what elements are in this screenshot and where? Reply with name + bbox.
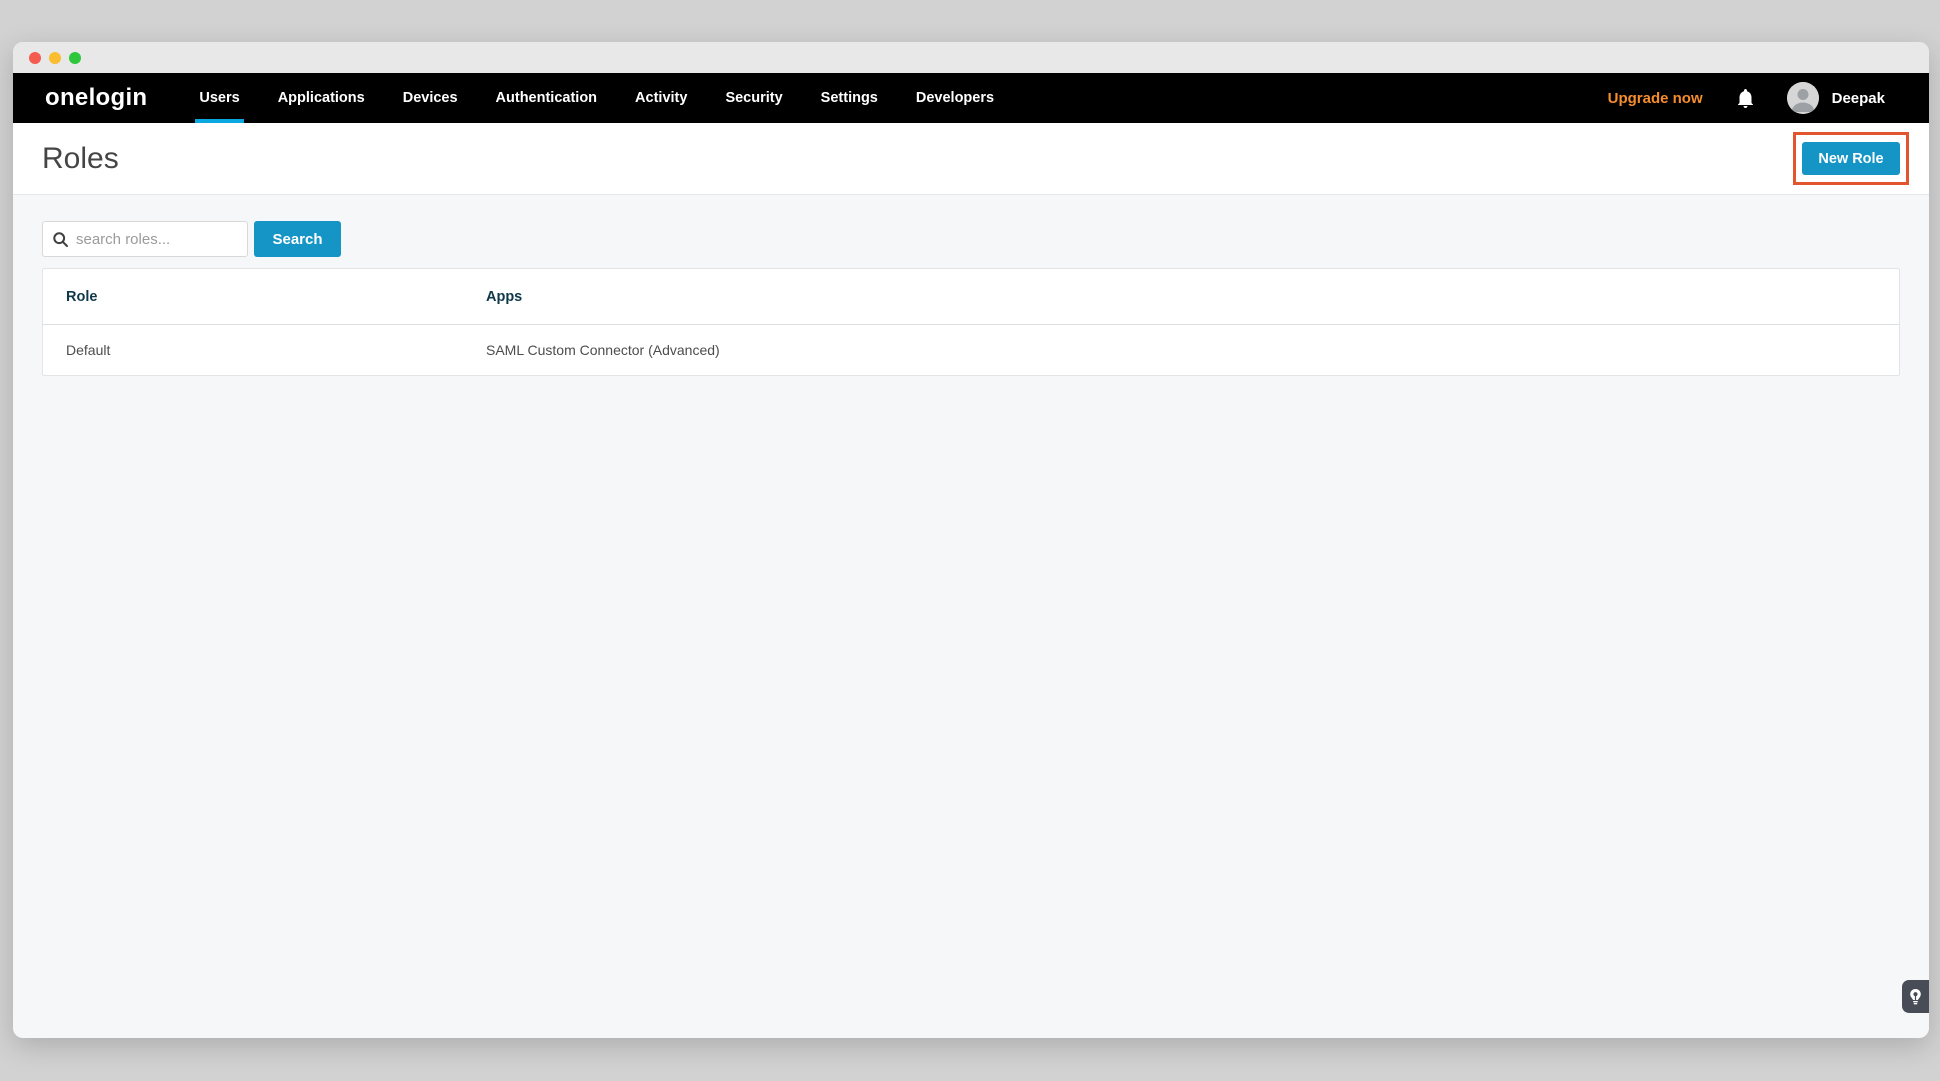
search-roles-input[interactable]	[76, 231, 237, 248]
role-apps-cell: SAML Custom Connector (Advanced)	[486, 342, 1899, 358]
search-row: Search	[42, 221, 1900, 257]
navbar-right-group: Upgrade now Deepak	[1608, 73, 1885, 123]
nav-item-authentication[interactable]: Authentication	[496, 73, 598, 123]
nav-item-activity[interactable]: Activity	[635, 73, 687, 123]
table-header-row: Role Apps	[43, 269, 1899, 325]
nav-item-security[interactable]: Security	[725, 73, 782, 123]
notifications-bell-icon[interactable]	[1737, 89, 1754, 108]
maximize-window-icon[interactable]	[69, 52, 81, 64]
nav-item-settings[interactable]: Settings	[821, 73, 878, 123]
lightbulb-icon	[1910, 989, 1921, 1005]
upgrade-now-link[interactable]: Upgrade now	[1608, 90, 1703, 107]
close-window-icon[interactable]	[29, 52, 41, 64]
top-navbar: onelogin Users Applications Devices Auth…	[13, 73, 1929, 123]
browser-window: onelogin Users Applications Devices Auth…	[13, 42, 1929, 1038]
search-box	[42, 221, 248, 257]
search-icon	[53, 232, 68, 247]
role-name-cell: Default	[43, 342, 486, 358]
main-content: Search Role Apps Default SAML Custom Con…	[13, 195, 1929, 1038]
minimize-window-icon[interactable]	[49, 52, 61, 64]
table-row[interactable]: Default SAML Custom Connector (Advanced)	[43, 325, 1899, 375]
nav-item-devices[interactable]: Devices	[403, 73, 458, 123]
annotation-highlight-box: New Role	[1793, 132, 1909, 185]
new-role-button[interactable]: New Role	[1802, 142, 1900, 175]
nav-item-developers[interactable]: Developers	[916, 73, 994, 123]
primary-nav: Users Applications Devices Authenticatio…	[199, 73, 994, 123]
help-lightbulb-tab[interactable]	[1902, 980, 1929, 1013]
onelogin-logo[interactable]: onelogin	[45, 84, 147, 112]
page-title: Roles	[42, 142, 119, 176]
nav-item-applications[interactable]: Applications	[278, 73, 365, 123]
user-name[interactable]: Deepak	[1832, 90, 1885, 107]
search-button[interactable]: Search	[254, 221, 341, 257]
column-header-role: Role	[43, 289, 486, 305]
nav-item-users[interactable]: Users	[199, 73, 239, 123]
column-header-apps: Apps	[486, 289, 1899, 305]
user-avatar[interactable]	[1787, 82, 1819, 114]
desktop: { "titlebar": { "controls": ["close", "m…	[0, 0, 1940, 1081]
roles-table: Role Apps Default SAML Custom Connector …	[42, 268, 1900, 376]
window-titlebar	[13, 42, 1929, 73]
page-header: Roles New Role	[13, 123, 1929, 195]
